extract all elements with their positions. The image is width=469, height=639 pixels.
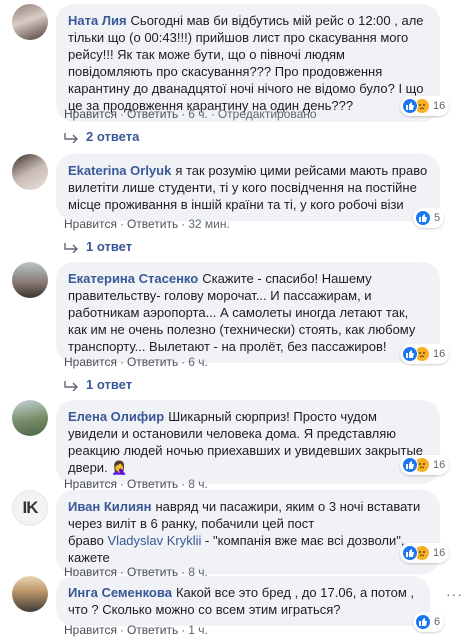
reaction-count: 16 (433, 348, 446, 360)
like-link[interactable]: Нравится (64, 477, 117, 491)
comment-author[interactable]: Ната Лия (68, 13, 127, 28)
avatar[interactable] (12, 154, 48, 190)
reactions-summary[interactable]: 16 (400, 96, 450, 116)
reply-link[interactable]: Ответить (127, 477, 178, 491)
comment-bubble: Иван Килиян навряд чи пасажири, яким о 3 … (56, 490, 440, 574)
reactions-summary[interactable]: 16 (400, 543, 450, 563)
reply-link[interactable]: Ответить (127, 623, 178, 637)
more-dots-icon[interactable]: ··· (446, 586, 463, 602)
edited-label: Отредактировано (217, 107, 317, 121)
avatar[interactable]: IK (12, 490, 48, 526)
mention-link[interactable]: Vladyslav Kryklii (108, 533, 202, 548)
avatar[interactable] (12, 576, 48, 612)
comment-actions: Нравится · Ответить · 6 ч. (64, 355, 208, 369)
reaction-count: 5 (434, 212, 441, 224)
comment-bubble: Елена Олифир Шикарный сюрприз! Просто чуд… (56, 400, 440, 484)
reactions-summary[interactable]: 5 (413, 208, 445, 228)
reactions-summary[interactable]: 6 (413, 612, 445, 632)
reactions-summary[interactable]: 16 (400, 344, 450, 364)
avatar[interactable] (12, 262, 48, 298)
comment-author[interactable]: Иван Килиян (68, 499, 151, 514)
reaction-count: 6 (434, 616, 441, 628)
like-link[interactable]: Нравится (64, 217, 117, 231)
reply-arrow-icon (64, 380, 78, 391)
comment-actions: Нравится · Ответить · 1 ч. (64, 623, 208, 637)
reply-arrow-icon (64, 242, 78, 253)
comment-actions: Нравится · Ответить · 32 мин. (64, 217, 230, 231)
view-replies-link[interactable]: 2 ответа (64, 129, 139, 144)
timestamp[interactable]: 6 ч. (188, 107, 208, 121)
view-replies-link[interactable]: 1 ответ (64, 377, 132, 392)
view-replies-link[interactable]: 1 ответ (64, 239, 132, 254)
like-link[interactable]: Нравится (64, 623, 117, 637)
avatar-initials: IK (22, 498, 39, 517)
reply-arrow-icon (64, 132, 78, 143)
reaction-count: 16 (433, 459, 446, 471)
comment-author[interactable]: Инга Семенкова (68, 585, 172, 600)
reply-link[interactable]: Ответить (127, 355, 178, 369)
reaction-count: 16 (433, 100, 446, 112)
like-icon (402, 545, 418, 561)
like-icon (415, 614, 431, 630)
comment-bubble: Инга Семенкова Какой все это бред , до 17… (56, 576, 430, 626)
replies-count: 1 ответ (86, 239, 133, 254)
comment-bubble: Ната Лия Сьогодні мав би відбутись мій ре… (56, 4, 440, 122)
like-icon (415, 210, 431, 226)
like-link[interactable]: Нравится (64, 107, 117, 121)
timestamp[interactable]: 1 ч. (188, 623, 208, 637)
timestamp[interactable]: 6 ч. (188, 355, 208, 369)
timestamp[interactable]: 8 ч. (188, 477, 208, 491)
comment-text: Сьогодні мав би відбутись мій рейс о 12:… (68, 13, 424, 113)
replies-count: 2 ответа (86, 129, 140, 144)
comment-author[interactable]: Екатерина Стасенко (68, 271, 198, 286)
reply-link[interactable]: Ответить (127, 107, 178, 121)
reaction-count: 16 (433, 547, 446, 559)
timestamp[interactable]: 32 мин. (188, 217, 230, 231)
like-icon (402, 346, 418, 362)
comment-author[interactable]: Ekaterina Orlyuk (68, 163, 171, 178)
comment-text-second-line: браво (68, 533, 108, 548)
like-icon (402, 457, 418, 473)
like-icon (402, 98, 418, 114)
avatar[interactable] (12, 4, 48, 40)
comment-actions: Нравится · Ответить · 6 ч. · Отредактировано (64, 107, 317, 121)
comment-author[interactable]: Елена Олифир (68, 409, 164, 424)
reactions-summary[interactable]: 16 (400, 455, 450, 475)
reply-link[interactable]: Ответить (127, 217, 178, 231)
comment-bubble: Ekaterina Orlyuk я так розумію цими рейса… (56, 154, 440, 221)
replies-count: 1 ответ (86, 377, 133, 392)
like-link[interactable]: Нравится (64, 355, 117, 369)
comment-bubble: Екатерина Стасенко Скажите - спасибо! Наш… (56, 262, 440, 363)
avatar[interactable] (12, 400, 48, 436)
